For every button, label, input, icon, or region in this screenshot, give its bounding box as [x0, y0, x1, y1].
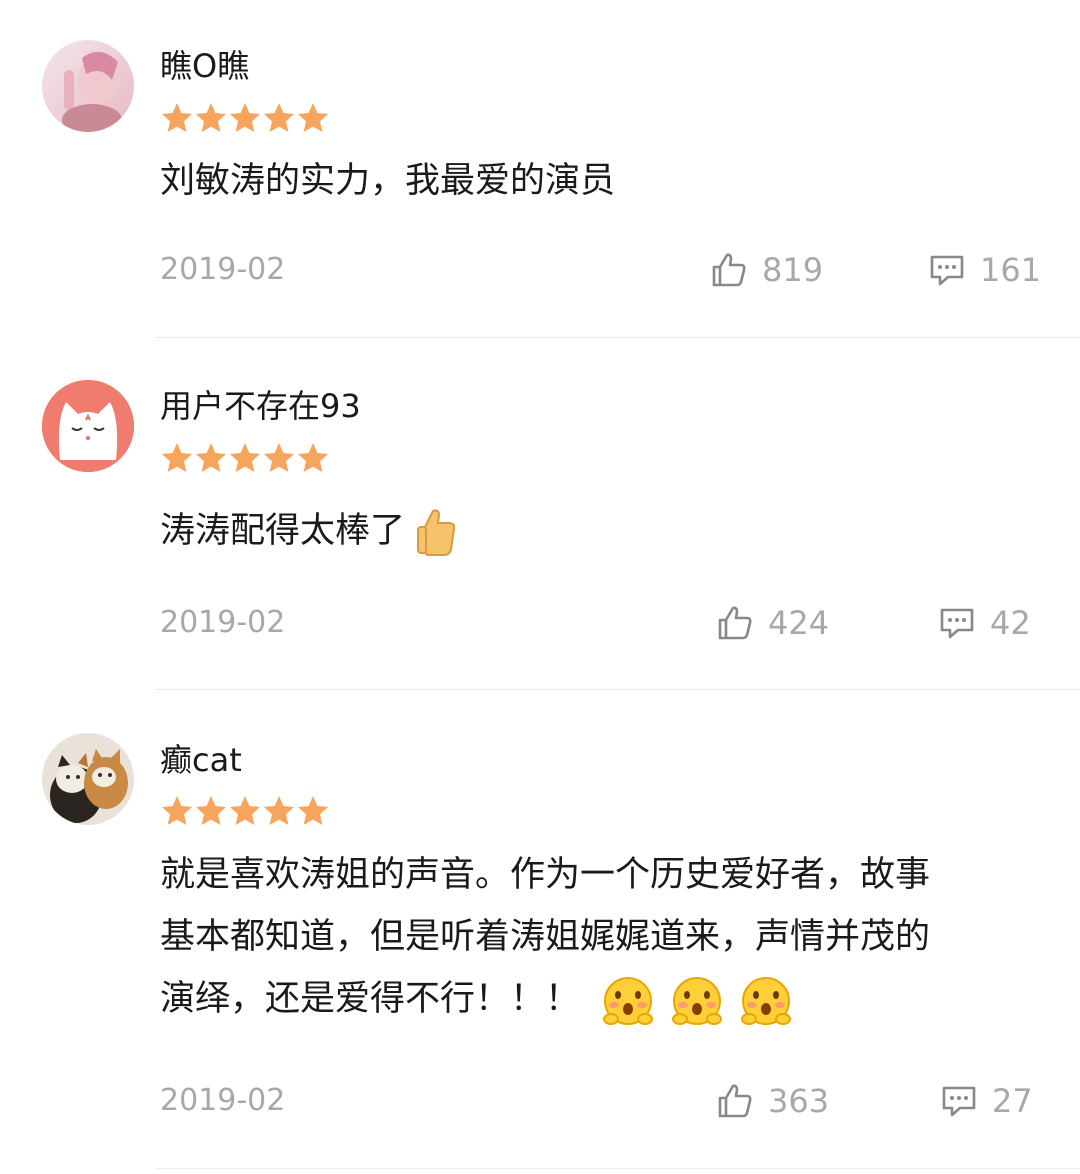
star-rating	[160, 101, 330, 135]
star-icon	[264, 443, 294, 472]
comment-text-content: 涛涛配得太棒了	[160, 511, 406, 551]
thumbs-up-icon	[718, 1084, 752, 1118]
divider	[155, 1168, 1080, 1169]
comment-date: 2019-02	[160, 1083, 286, 1118]
comment-text-line: 基本都知道，但是听着涛姐娓娓道来，声情并茂的	[160, 917, 931, 957]
white-cat-icon	[42, 380, 134, 472]
blushing-face-emoji-icon	[672, 977, 723, 1025]
comment-text-content: 演绎，还是爱得不行！！！	[160, 979, 581, 1019]
cats-photo-icon	[42, 733, 134, 825]
like-button[interactable]: 363	[716, 1081, 829, 1121]
star-icon	[196, 103, 226, 132]
avatar[interactable]	[42, 733, 134, 825]
reply-count: 27	[992, 1082, 1033, 1120]
comment-bubble-icon	[942, 1086, 976, 1117]
username[interactable]: 瞧O瞧	[160, 46, 249, 86]
star-rating	[160, 441, 330, 475]
star-icon	[162, 796, 192, 825]
star-icon	[230, 103, 260, 132]
reply-count: 161	[980, 251, 1042, 289]
username[interactable]: 癫cat	[160, 740, 242, 780]
reply-button[interactable]: 161	[928, 250, 1041, 290]
star-icon	[230, 443, 260, 472]
avatar-photo-icon	[42, 40, 134, 132]
reply-count: 42	[990, 604, 1031, 642]
blushing-face-emoji-icon	[603, 977, 654, 1025]
username[interactable]: 用户不存在93	[160, 386, 361, 426]
star-icon	[162, 103, 192, 132]
comment-text: 就是喜欢涛姐的声音。作为一个历史爱好者，故事 基本都知道，但是听着涛姐娓娓道来，…	[160, 844, 1040, 1030]
thumbs-up-icon	[712, 253, 746, 287]
comment-text: 刘敏涛的实力，我最爱的演员	[160, 161, 616, 201]
comment-text: 涛涛配得太棒了	[160, 500, 1040, 562]
star-icon	[196, 443, 226, 472]
star-rating	[160, 794, 330, 828]
thumbs-up-icon	[718, 606, 752, 640]
divider	[155, 689, 1080, 690]
reply-button[interactable]: 42	[938, 603, 1031, 643]
reply-button[interactable]: 27	[940, 1081, 1033, 1121]
avatar[interactable]	[42, 40, 134, 132]
comment-bubble-icon	[930, 255, 964, 286]
like-count: 363	[768, 1082, 830, 1120]
comment-text-line: 演绎，还是爱得不行！！！	[160, 968, 1040, 1030]
star-icon	[196, 796, 226, 825]
star-icon	[162, 443, 192, 472]
comment-bubble-icon	[940, 608, 974, 639]
star-icon	[298, 443, 328, 472]
like-button[interactable]: 819	[710, 250, 823, 290]
star-icon	[264, 796, 294, 825]
star-icon	[264, 103, 294, 132]
star-icon	[230, 796, 260, 825]
avatar[interactable]	[42, 380, 134, 472]
comment-date: 2019-02	[160, 605, 286, 640]
like-count: 424	[768, 604, 830, 642]
blushing-face-emoji-icon	[741, 977, 792, 1025]
comment-text-line: 就是喜欢涛姐的声音。作为一个历史爱好者，故事	[160, 855, 931, 895]
star-icon	[298, 103, 328, 132]
star-icon	[298, 796, 328, 825]
like-count: 819	[762, 251, 824, 289]
like-button[interactable]: 424	[716, 603, 829, 643]
comment-date: 2019-02	[160, 252, 286, 287]
divider	[155, 337, 1080, 338]
thumbs-up-emoji-icon	[417, 509, 456, 556]
